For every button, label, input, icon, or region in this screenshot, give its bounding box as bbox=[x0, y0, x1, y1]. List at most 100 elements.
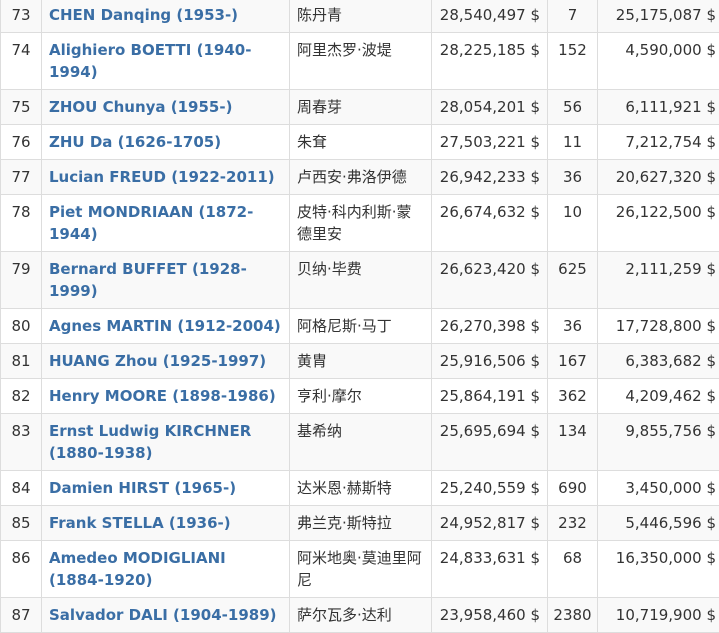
artist-name-link[interactable]: Damien HIRST (1965-) bbox=[42, 471, 290, 506]
chinese-name-cell: 弗兰克·斯特拉 bbox=[290, 506, 432, 541]
rank-cell: 80 bbox=[1, 309, 42, 344]
artist-name-link[interactable]: Ernst Ludwig KIRCHNER (1880-1938) bbox=[42, 414, 290, 471]
artist-name-link[interactable]: ZHOU Chunya (1955-) bbox=[42, 90, 290, 125]
auction-total-cell: 25,916,506 $ bbox=[432, 344, 548, 379]
rank-cell: 81 bbox=[1, 344, 42, 379]
top-price-cell: 20,627,320 $ bbox=[598, 160, 719, 195]
table-row: 73 CHEN Danqing (1953-) 陈丹青 28,540,497 $… bbox=[1, 0, 719, 33]
rank-cell: 76 bbox=[1, 125, 42, 160]
auction-total-cell: 23,958,460 $ bbox=[432, 598, 548, 633]
rank-cell: 86 bbox=[1, 541, 42, 598]
artist-name-link[interactable]: CHEN Danqing (1953-) bbox=[42, 0, 290, 33]
chinese-name-cell: 黄胄 bbox=[290, 344, 432, 379]
rank-cell: 84 bbox=[1, 471, 42, 506]
chinese-name-cell: 基希纳 bbox=[290, 414, 432, 471]
table-row: 74 Alighiero BOETTI (1940-1994) 阿里杰罗·波堤 … bbox=[1, 33, 719, 90]
chinese-name-cell: 贝纳·毕费 bbox=[290, 252, 432, 309]
artist-name-link[interactable]: Agnes MARTIN (1912-2004) bbox=[42, 309, 290, 344]
top-price-cell: 7,212,754 $ bbox=[598, 125, 719, 160]
table-row: 75 ZHOU Chunya (1955-) 周春芽 28,054,201 $ … bbox=[1, 90, 719, 125]
table-row: 81 HUANG Zhou (1925-1997) 黄胄 25,916,506 … bbox=[1, 344, 719, 379]
auction-total-cell: 24,833,631 $ bbox=[432, 541, 548, 598]
rank-cell: 74 bbox=[1, 33, 42, 90]
top-price-cell: 4,590,000 $ bbox=[598, 33, 719, 90]
table-row: 80 Agnes MARTIN (1912-2004) 阿格尼斯·马丁 26,2… bbox=[1, 309, 719, 344]
top-price-cell: 16,350,000 $ bbox=[598, 541, 719, 598]
artist-name-link[interactable]: Henry MOORE (1898-1986) bbox=[42, 379, 290, 414]
lots-sold-cell: 68 bbox=[548, 541, 598, 598]
table-row: 86 Amedeo MODIGLIANI (1884-1920) 阿米地奥·莫迪… bbox=[1, 541, 719, 598]
top-price-cell: 10,719,900 $ bbox=[598, 598, 719, 633]
artist-name-link[interactable]: Bernard BUFFET (1928-1999) bbox=[42, 252, 290, 309]
table-row: 77 Lucian FREUD (1922-2011) 卢西安·弗洛伊德 26,… bbox=[1, 160, 719, 195]
lots-sold-cell: 11 bbox=[548, 125, 598, 160]
artist-ranking-table: 73 CHEN Danqing (1953-) 陈丹青 28,540,497 $… bbox=[0, 0, 719, 633]
chinese-name-cell: 阿格尼斯·马丁 bbox=[290, 309, 432, 344]
auction-total-cell: 27,503,221 $ bbox=[432, 125, 548, 160]
chinese-name-cell: 阿里杰罗·波堤 bbox=[290, 33, 432, 90]
chinese-name-cell: 达米恩·赫斯特 bbox=[290, 471, 432, 506]
auction-total-cell: 26,623,420 $ bbox=[432, 252, 548, 309]
rank-cell: 79 bbox=[1, 252, 42, 309]
auction-total-cell: 25,240,559 $ bbox=[432, 471, 548, 506]
rank-cell: 85 bbox=[1, 506, 42, 541]
top-price-cell: 4,209,462 $ bbox=[598, 379, 719, 414]
top-price-cell: 17,728,800 $ bbox=[598, 309, 719, 344]
top-price-cell: 26,122,500 $ bbox=[598, 195, 719, 252]
top-price-cell: 2,111,259 $ bbox=[598, 252, 719, 309]
artist-name-link[interactable]: HUANG Zhou (1925-1997) bbox=[42, 344, 290, 379]
table-row: 83 Ernst Ludwig KIRCHNER (1880-1938) 基希纳… bbox=[1, 414, 719, 471]
auction-total-cell: 26,674,632 $ bbox=[432, 195, 548, 252]
auction-total-cell: 28,054,201 $ bbox=[432, 90, 548, 125]
table-row: 82 Henry MOORE (1898-1986) 亨利·摩尔 25,864,… bbox=[1, 379, 719, 414]
rank-cell: 78 bbox=[1, 195, 42, 252]
auction-total-cell: 24,952,817 $ bbox=[432, 506, 548, 541]
artist-name-link[interactable]: ZHU Da (1626-1705) bbox=[42, 125, 290, 160]
auction-total-cell: 28,540,497 $ bbox=[432, 0, 548, 33]
lots-sold-cell: 690 bbox=[548, 471, 598, 506]
auction-total-cell: 28,225,185 $ bbox=[432, 33, 548, 90]
artist-name-link[interactable]: Amedeo MODIGLIANI (1884-1920) bbox=[42, 541, 290, 598]
auction-total-cell: 26,942,233 $ bbox=[432, 160, 548, 195]
lots-sold-cell: 167 bbox=[548, 344, 598, 379]
top-price-cell: 25,175,087 $ bbox=[598, 0, 719, 33]
table-row: 76 ZHU Da (1626-1705) 朱耷 27,503,221 $ 11… bbox=[1, 125, 719, 160]
rank-cell: 75 bbox=[1, 90, 42, 125]
lots-sold-cell: 2380 bbox=[548, 598, 598, 633]
lots-sold-cell: 232 bbox=[548, 506, 598, 541]
top-price-cell: 6,111,921 $ bbox=[598, 90, 719, 125]
chinese-name-cell: 阿米地奥·莫迪里阿尼 bbox=[290, 541, 432, 598]
chinese-name-cell: 亨利·摩尔 bbox=[290, 379, 432, 414]
artist-name-link[interactable]: Lucian FREUD (1922-2011) bbox=[42, 160, 290, 195]
auction-total-cell: 26,270,398 $ bbox=[432, 309, 548, 344]
top-price-cell: 5,446,596 $ bbox=[598, 506, 719, 541]
chinese-name-cell: 皮特·科内利斯·蒙德里安 bbox=[290, 195, 432, 252]
rank-cell: 82 bbox=[1, 379, 42, 414]
rank-cell: 73 bbox=[1, 0, 42, 33]
auction-total-cell: 25,695,694 $ bbox=[432, 414, 548, 471]
lots-sold-cell: 56 bbox=[548, 90, 598, 125]
lots-sold-cell: 362 bbox=[548, 379, 598, 414]
chinese-name-cell: 陈丹青 bbox=[290, 0, 432, 33]
rank-cell: 77 bbox=[1, 160, 42, 195]
rank-cell: 87 bbox=[1, 598, 42, 633]
top-price-cell: 9,855,756 $ bbox=[598, 414, 719, 471]
top-price-cell: 3,450,000 $ bbox=[598, 471, 719, 506]
chinese-name-cell: 卢西安·弗洛伊德 bbox=[290, 160, 432, 195]
lots-sold-cell: 36 bbox=[548, 309, 598, 344]
chinese-name-cell: 周春芽 bbox=[290, 90, 432, 125]
rank-cell: 83 bbox=[1, 414, 42, 471]
chinese-name-cell: 朱耷 bbox=[290, 125, 432, 160]
auction-total-cell: 25,864,191 $ bbox=[432, 379, 548, 414]
lots-sold-cell: 36 bbox=[548, 160, 598, 195]
artist-name-link[interactable]: Piet MONDRIAAN (1872-1944) bbox=[42, 195, 290, 252]
artist-name-link[interactable]: Frank STELLA (1936-) bbox=[42, 506, 290, 541]
artist-name-link[interactable]: Alighiero BOETTI (1940-1994) bbox=[42, 33, 290, 90]
chinese-name-cell: 萨尔瓦多·达利 bbox=[290, 598, 432, 633]
artist-ranking-body: 73 CHEN Danqing (1953-) 陈丹青 28,540,497 $… bbox=[1, 0, 719, 633]
lots-sold-cell: 625 bbox=[548, 252, 598, 309]
table-row: 85 Frank STELLA (1936-) 弗兰克·斯特拉 24,952,8… bbox=[1, 506, 719, 541]
table-row: 87 Salvador DALI (1904-1989) 萨尔瓦多·达利 23,… bbox=[1, 598, 719, 633]
artist-name-link[interactable]: Salvador DALI (1904-1989) bbox=[42, 598, 290, 633]
table-row: 78 Piet MONDRIAAN (1872-1944) 皮特·科内利斯·蒙德… bbox=[1, 195, 719, 252]
